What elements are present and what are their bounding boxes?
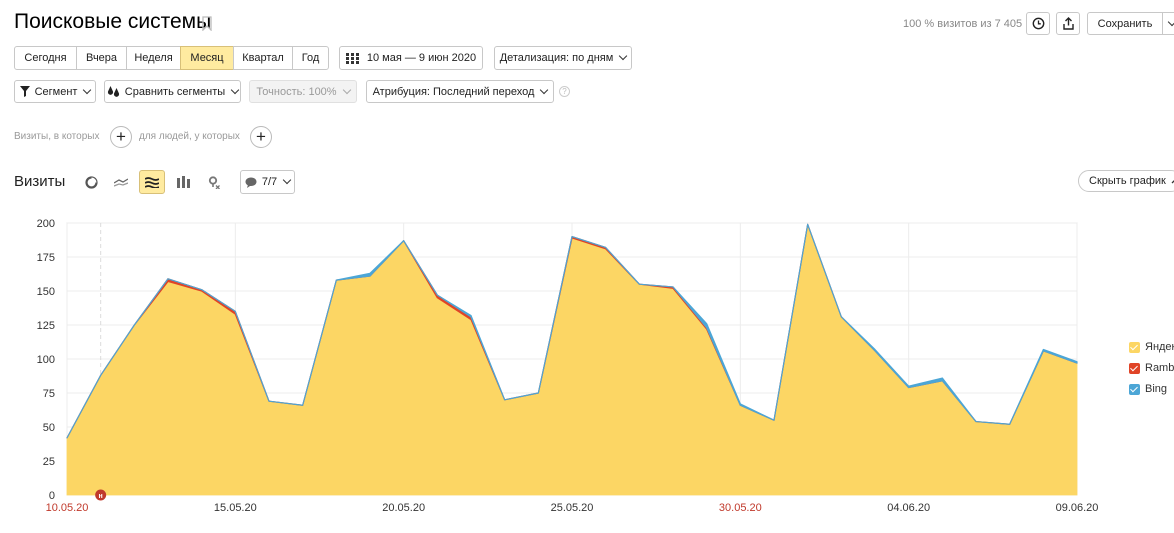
x-tick-label: 25.05.20 (551, 502, 594, 514)
x-tick-label: 30.05.20 (719, 502, 762, 514)
annotation-label: н (99, 493, 103, 500)
y-tick-label: 100 (37, 354, 55, 366)
legend-label: Rambler (1145, 362, 1174, 374)
legend-label: Bing (1145, 383, 1168, 395)
y-tick-label: 75 (43, 388, 55, 400)
y-tick-label: 175 (37, 252, 55, 264)
y-tick-label: 125 (37, 320, 55, 332)
legend-item-yandex[interactable]: Яндекс (1129, 341, 1174, 353)
y-tick-label: 25 (43, 456, 55, 468)
x-tick-label: 04.06.20 (887, 502, 930, 514)
x-tick-label: 20.05.20 (382, 502, 425, 514)
y-tick-label: 50 (43, 422, 55, 434)
legend-checkbox-icon (1129, 362, 1140, 374)
legend-item-bing[interactable]: Bing (1129, 383, 1167, 395)
y-tick-label: 0 (49, 490, 55, 502)
x-tick-label: 10.05.20 (46, 502, 89, 514)
x-tick-label: 15.05.20 (214, 502, 257, 514)
legend-label: Яндекс (1145, 341, 1174, 353)
y-tick-label: 150 (37, 286, 55, 298)
y-tick-label: 200 (37, 218, 55, 230)
x-tick-label: 09.06.20 (1056, 502, 1099, 514)
legend-checkbox-icon (1129, 341, 1140, 353)
legend-item-rambler[interactable]: Rambler (1129, 362, 1174, 374)
legend-checkbox-icon (1129, 383, 1140, 395)
visits-area-chart: 0 25 50 75 100 125 150 175 200 10.05.20 15.05.20 20… (37, 218, 1099, 514)
